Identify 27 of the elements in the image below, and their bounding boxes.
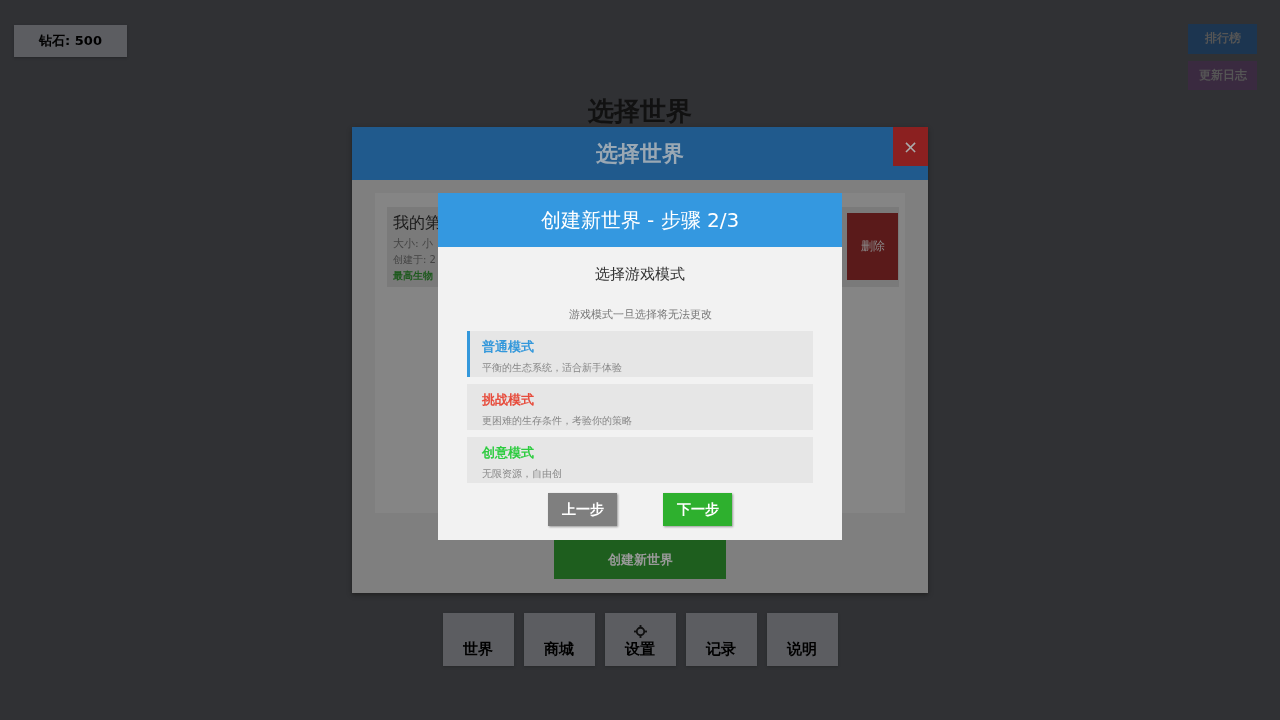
- step-heading: 选择游戏模式: [595, 265, 685, 284]
- dialog-title: 选择世界: [596, 139, 684, 168]
- mode-option[interactable]: 普通模式 平衡的生态系统，适合新手体验: [467, 331, 813, 377]
- mode-option[interactable]: 挑战模式 更困难的生存条件，考验你的策略: [467, 384, 813, 430]
- nav-button[interactable]: 记录: [685, 613, 757, 666]
- mode-description: 无限资源，自由创: [482, 467, 563, 481]
- hint-text: 游戏模式一旦选择将无法更改: [568, 307, 712, 322]
- mode-description: 平衡的生态系统，适合新手体验: [482, 361, 623, 375]
- delete-button[interactable]: 删除: [847, 213, 898, 280]
- nav-button[interactable]: 商城: [523, 613, 595, 666]
- dialog-title: 创建新世界 - 步骤 2/3: [438, 193, 842, 247]
- back-button[interactable]: 上一步: [548, 493, 617, 526]
- nav-button[interactable]: 设置: [604, 613, 676, 666]
- next-button[interactable]: 下一步: [663, 493, 732, 526]
- mode-name: 普通模式: [482, 338, 535, 356]
- close-button[interactable]: ×: [893, 127, 928, 166]
- nav-button[interactable]: 世界: [442, 613, 514, 666]
- mode-description: 更困难的生存条件，考验你的策略: [482, 414, 633, 428]
- mode-name: 挑战模式: [482, 391, 535, 409]
- create-world-button[interactable]: 创建新世界: [554, 540, 726, 579]
- settings-icon: [633, 625, 647, 638]
- world-top-creature: 最高生物: [393, 269, 434, 283]
- mode-name: 创意模式: [482, 444, 535, 462]
- nav-button[interactable]: 说明: [766, 613, 838, 666]
- mode-option[interactable]: 创意模式 无限资源，自由创: [467, 437, 813, 483]
- leaderboard-button[interactable]: 排行榜: [1188, 24, 1257, 54]
- diamond-counter: 钻石: 500: [14, 25, 127, 57]
